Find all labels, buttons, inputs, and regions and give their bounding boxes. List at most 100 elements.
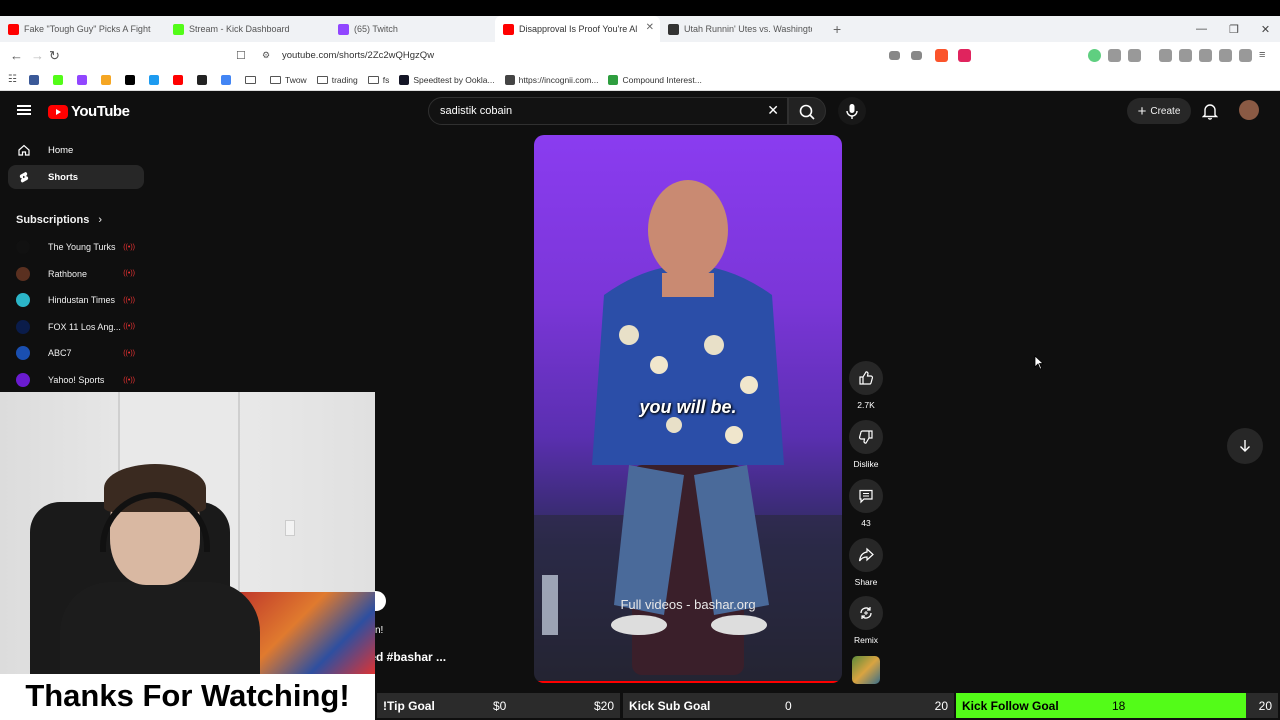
browser-tab[interactable]: Disapproval Is Proof You're Al ✕	[495, 16, 660, 42]
bookmark-item[interactable]	[28, 74, 43, 85]
screenshot-icon[interactable]	[1128, 49, 1141, 62]
like-count: 2.7K	[857, 400, 875, 410]
brave-shields-icon[interactable]	[935, 49, 948, 62]
minimize-icon[interactable]: —	[1196, 23, 1207, 35]
partial-overlay-button[interactable]	[374, 591, 386, 611]
bookmark-item[interactable]	[172, 74, 187, 85]
search-button[interactable]	[788, 97, 826, 125]
sidebar-item-home[interactable]: Home	[8, 138, 144, 162]
address-bar: ← → ↻ ☐ ⚙ youtube.com/shorts/2Zc2wQHgzQw…	[0, 42, 1280, 69]
clear-search-icon[interactable]: ✕	[767, 102, 779, 119]
plus-icon: +	[1137, 102, 1147, 120]
browser-tab[interactable]: Fake "Tough Guy" Picks A Fight With	[0, 16, 165, 42]
bookmark-item[interactable]	[244, 75, 260, 84]
like-button[interactable]: 2.7K	[849, 361, 883, 410]
bookmark-item[interactable]	[52, 74, 67, 85]
share-label: Share	[854, 577, 878, 587]
subscription-item[interactable]: The Young Turks ((•))	[16, 237, 141, 257]
goal-name: !Tip Goal	[383, 698, 435, 713]
streamer-shirt	[60, 582, 260, 674]
puzzle-icon[interactable]	[1108, 49, 1121, 62]
extension-icon[interactable]	[1088, 49, 1101, 62]
channel-avatar	[16, 240, 30, 254]
short-video-player[interactable]: you will be. Full videos - bashar.org	[534, 135, 842, 683]
url-input[interactable]: youtube.com/shorts/2Zc2wQHgzQw	[282, 50, 434, 61]
subscription-item[interactable]: ABC7 ((•))	[16, 343, 141, 363]
sidebar-item-shorts[interactable]: Shorts	[8, 165, 144, 189]
cast-icon[interactable]	[889, 51, 900, 60]
goal-name: Kick Follow Goal	[962, 698, 1059, 713]
bookmark-icon[interactable]: ☐	[236, 49, 246, 62]
next-short-button[interactable]	[1227, 428, 1263, 464]
bookmark-item[interactable]: Compound Interest...	[608, 74, 702, 85]
home-icon	[18, 144, 30, 156]
account-avatar[interactable]	[1239, 100, 1259, 120]
browser-tab[interactable]: (65) Twitch	[330, 16, 495, 42]
sound-thumbnail[interactable]	[852, 656, 880, 684]
menu-icon[interactable]: ≡	[1259, 49, 1265, 61]
live-indicator-icon: ((•))	[123, 323, 135, 331]
video-caption: you will be.	[639, 397, 737, 417]
new-tab-button[interactable]: +	[833, 21, 841, 37]
video-progress-bar[interactable]	[534, 681, 842, 683]
bookmark-item[interactable]	[76, 74, 91, 85]
like-icon	[859, 371, 874, 385]
site-info-icon[interactable]: ⚙	[262, 50, 270, 61]
browser-tab[interactable]: Utah Runnin' Utes vs. Washington H	[660, 16, 825, 42]
bookmark-item[interactable]: https://incognii.com...	[504, 74, 598, 85]
search-value[interactable]: sadistik cobain	[440, 105, 512, 117]
bookmark-item[interactable]: trading	[316, 75, 358, 85]
maximize-icon[interactable]: ❐	[1229, 23, 1239, 36]
bookmark-item[interactable]	[220, 74, 235, 85]
leo-icon[interactable]	[1219, 49, 1232, 62]
hamburger-menu-icon[interactable]	[17, 105, 31, 115]
tab-label: Utah Runnin' Utes vs. Washington H	[684, 24, 812, 34]
live-indicator-icon: ((•))	[123, 349, 135, 357]
bookmark-item[interactable]: fs	[367, 74, 390, 85]
dislike-label: Dislike	[853, 459, 879, 469]
sidebar-item-label: Shorts	[48, 171, 79, 183]
notifications-button[interactable]	[1201, 102, 1219, 125]
bookmark-item[interactable]: Speedtest by Ookla...	[399, 74, 495, 85]
music-icon[interactable]	[1159, 49, 1172, 62]
dislike-button[interactable]: Dislike	[849, 420, 883, 469]
bookmark-item[interactable]	[124, 74, 139, 85]
remix-button[interactable]: Remix	[849, 596, 883, 645]
browser-tab[interactable]: Stream - Kick Dashboard	[165, 16, 330, 42]
brave-rewards-icon[interactable]	[958, 49, 971, 62]
subscription-label: FOX 11 Los Ang...	[48, 321, 121, 332]
close-window-icon[interactable]: ✕	[1261, 23, 1270, 36]
share-button[interactable]: Share	[849, 538, 883, 587]
bookmark-item[interactable]	[196, 74, 211, 85]
voice-search-button[interactable]	[838, 97, 866, 125]
goal-target: 20	[1258, 698, 1272, 713]
bookmark-label: fs	[382, 74, 390, 85]
forward-icon[interactable]: →	[31, 48, 44, 63]
youtube-logo[interactable]: YouTube	[48, 103, 130, 120]
light-switch	[285, 520, 295, 536]
bookmark-favicon-icon	[76, 74, 87, 85]
back-icon[interactable]: ←	[10, 48, 23, 63]
comments-button[interactable]: 43	[849, 479, 883, 528]
subscriptions-header[interactable]: Subscriptions ›	[16, 214, 102, 226]
share-page-icon[interactable]	[911, 51, 922, 60]
bookmark-item[interactable]	[148, 74, 163, 85]
sidebar-icon[interactable]	[1179, 49, 1192, 62]
channel-avatar	[16, 266, 30, 281]
subscription-item[interactable]: FOX 11 Los Ang... ((•))	[16, 317, 141, 337]
channel-avatar	[16, 346, 30, 361]
apps-grid-icon[interactable]: ☷	[8, 74, 17, 85]
bookmark-item[interactable]: Twow	[269, 75, 307, 85]
subscription-item[interactable]: Hindustan Times ((•))	[16, 290, 141, 310]
subscription-item[interactable]: Yahoo! Sports ((•))	[16, 370, 141, 390]
wallet-icon[interactable]	[1199, 49, 1212, 62]
close-tab-icon[interactable]: ✕	[646, 22, 654, 33]
goal-name: Kick Sub Goal	[629, 698, 711, 713]
create-button[interactable]: + Create	[1127, 98, 1191, 124]
search-input[interactable]: sadistik cobain ✕	[428, 97, 788, 125]
subscription-item[interactable]: Rathbone ((•))	[16, 264, 141, 284]
vpn-icon[interactable]	[1239, 49, 1252, 62]
tab-label: Stream - Kick Dashboard	[189, 24, 290, 34]
bookmark-item[interactable]	[100, 74, 115, 85]
reload-icon[interactable]: ↻	[49, 48, 60, 64]
